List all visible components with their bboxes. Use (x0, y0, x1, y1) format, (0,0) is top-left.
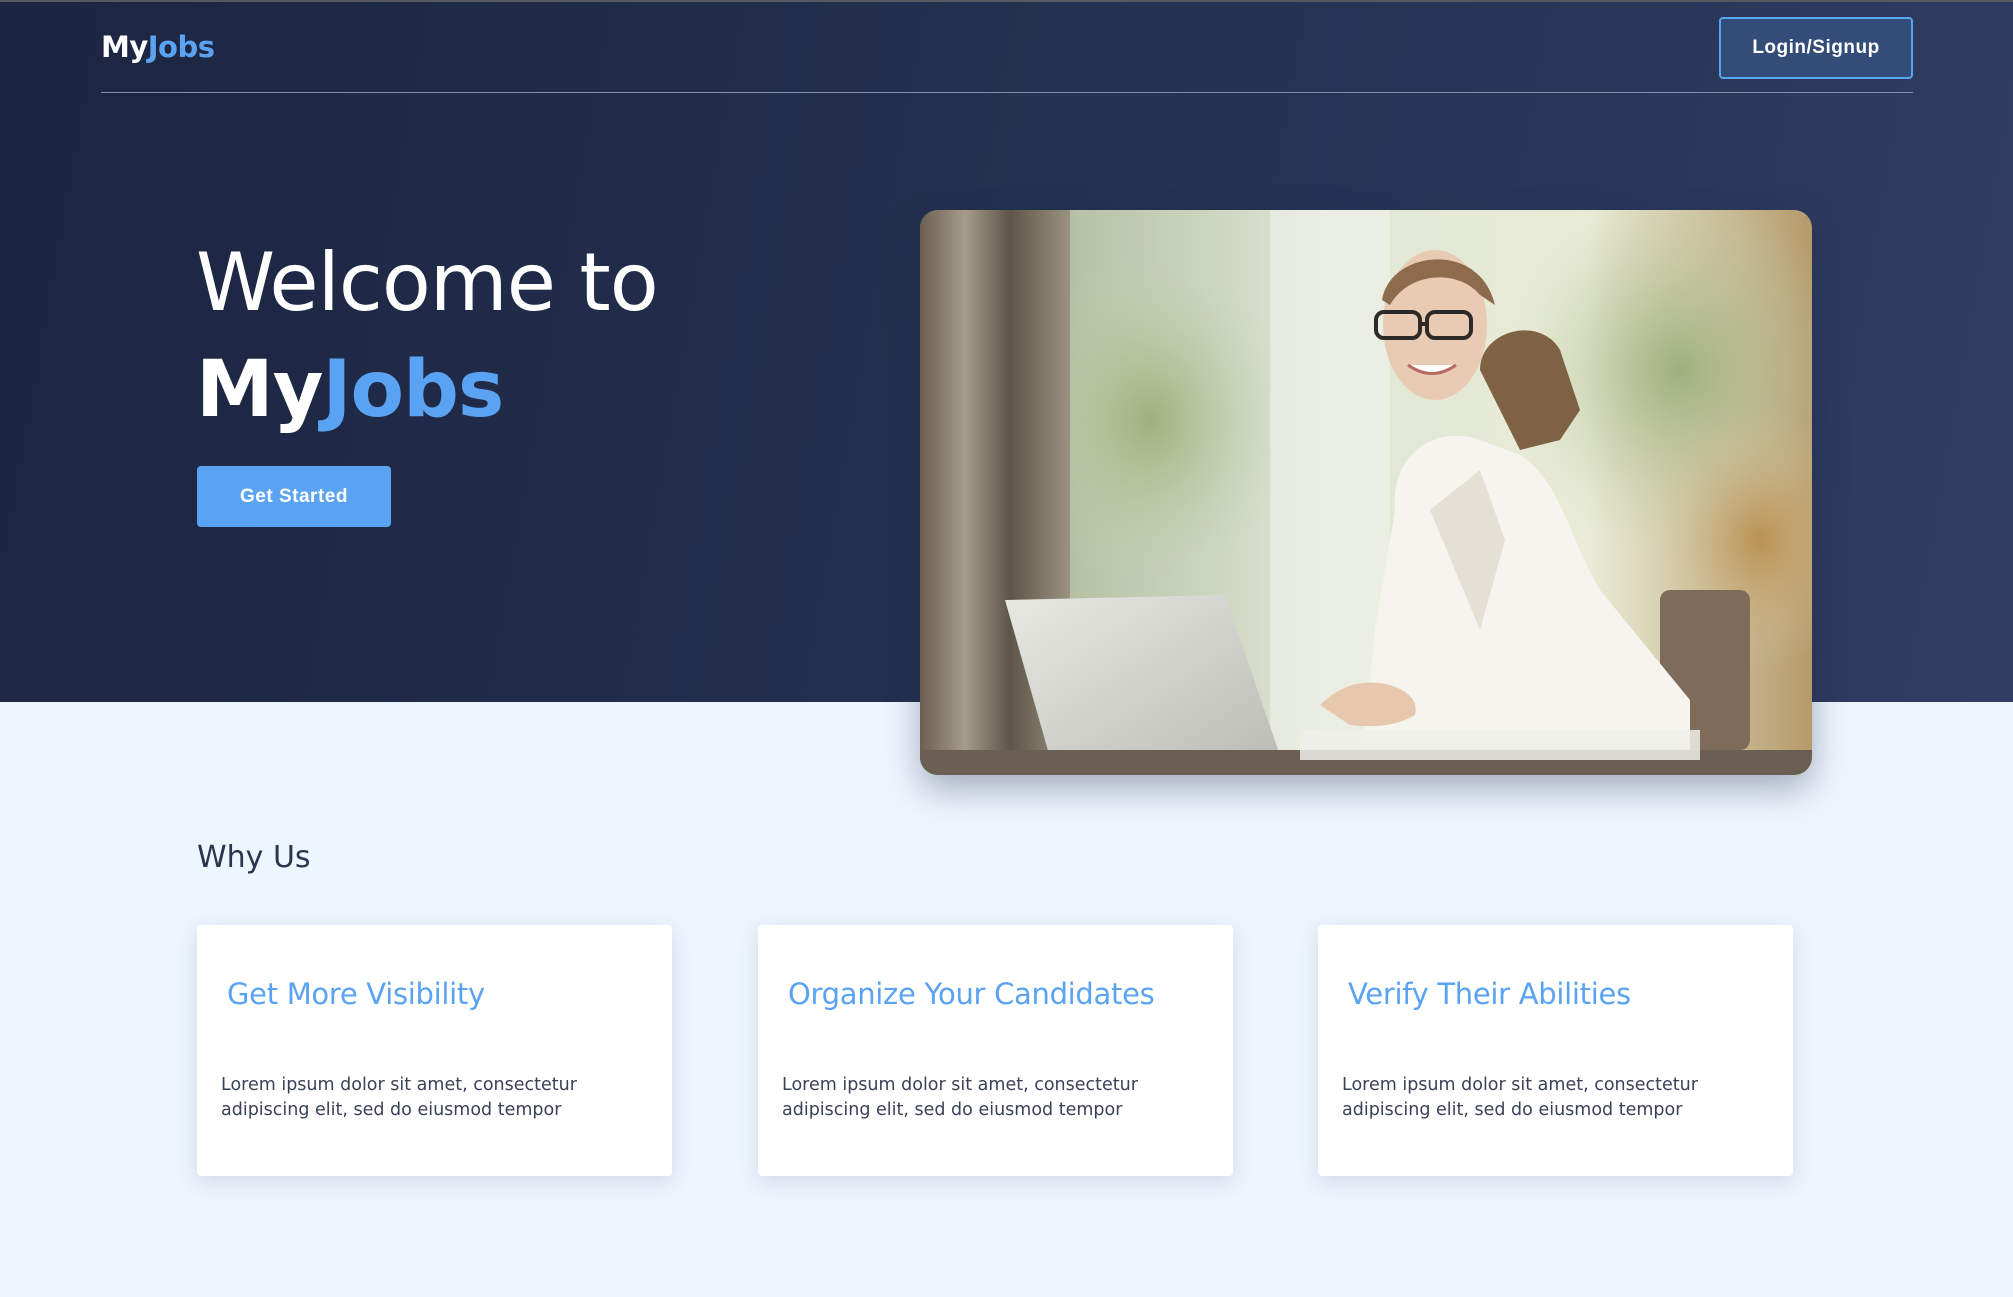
feature-card-text: Lorem ipsum dolor sit amet, consectetur … (782, 1075, 1138, 1120)
hero-title-line2: MyJobs (196, 345, 504, 435)
feature-card-title: Get More Visibility (227, 977, 485, 1011)
feature-card-title: Organize Your Candidates (788, 977, 1155, 1011)
login-signup-button[interactable]: Login/Signup (1719, 17, 1913, 79)
feature-card: Get More Visibility Lorem ipsum dolor si… (197, 925, 672, 1176)
navbar: MyJobs Login/Signup (101, 2, 1913, 93)
hero-title-my: My (196, 345, 323, 435)
feature-card-title: Verify Their Abilities (1348, 977, 1631, 1011)
why-us-title: Why Us (197, 840, 311, 875)
logo-jobs: Jobs (147, 30, 215, 64)
hero-title-jobs: Jobs (322, 345, 504, 435)
hero-title: Welcome to MyJobs (196, 230, 659, 443)
hero-title-line1: Welcome to (196, 236, 659, 329)
hero-image (920, 210, 1812, 775)
logo[interactable]: MyJobs (101, 30, 215, 64)
logo-my: My (101, 30, 148, 64)
woman-at-laptop-photo (920, 210, 1812, 775)
feature-card: Verify Their Abilities Lorem ipsum dolor… (1318, 925, 1793, 1176)
feature-card-text: Lorem ipsum dolor sit amet, consectetur … (1342, 1075, 1698, 1120)
feature-card-text: Lorem ipsum dolor sit amet, consectetur … (221, 1075, 577, 1120)
get-started-button[interactable]: Get Started (197, 466, 391, 527)
feature-card: Organize Your Candidates Lorem ipsum dol… (758, 925, 1233, 1176)
